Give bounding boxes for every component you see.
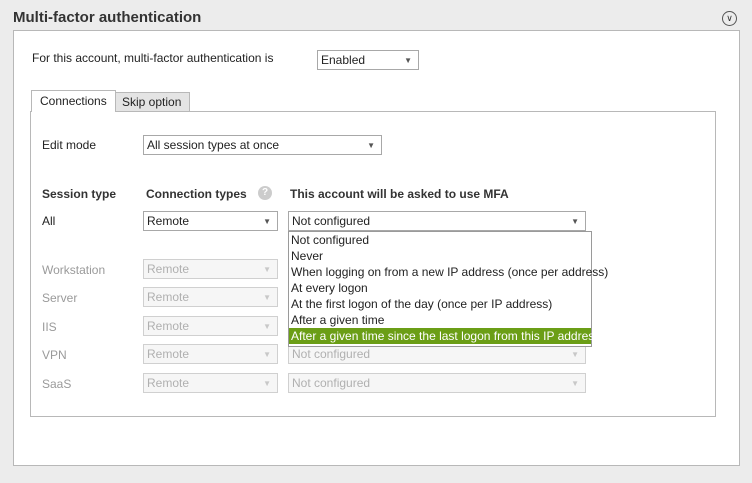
option-never[interactable]: Never [289,248,591,264]
mfa-status-select[interactable]: Enabled ▼ [317,50,419,70]
connection-select-workstation: Remote ▼ [143,259,278,279]
connection-select-server: Remote ▼ [143,287,278,307]
connection-value: Remote [147,319,190,333]
chevron-down-icon: ▼ [571,379,579,388]
mfa-status-value: Enabled [321,53,366,67]
connection-value: Remote [147,214,190,228]
connection-select-saas: Remote ▼ [143,373,278,393]
session-type-workstation: Workstation [42,263,106,277]
header-session-type: Session type [42,187,117,201]
chevron-down-icon: ▼ [263,293,271,302]
edit-mode-value: All session types at once [147,138,280,152]
connection-value: Remote [147,347,190,361]
connection-select-all[interactable]: Remote ▼ [143,211,278,231]
session-type-vpn: VPN [42,348,67,362]
mfa-dropdown-list: Not configured Never When logging on fro… [288,231,608,347]
option-first-logon-of-day[interactable]: At the first logon of the day (once per … [289,296,591,312]
option-new-ip[interactable]: When logging on from a new IP address (o… [289,264,608,280]
chevron-down-icon: ▼ [571,350,579,359]
tab-connections[interactable]: Connections [31,90,116,112]
session-type-server: Server [42,291,78,305]
mfa-select-saas: Not configured ▼ [288,373,586,393]
mfa-select-vpn: Not configured ▼ [288,344,586,364]
mfa-value: Not configured [292,376,371,390]
connection-select-vpn: Remote ▼ [143,344,278,364]
chevron-down-icon: ▼ [263,379,271,388]
mfa-status-label: For this account, multi-factor authentic… [32,51,274,65]
connection-value: Remote [147,262,190,276]
mfa-select-all[interactable]: Not configured ▼ [288,211,586,231]
chevron-down-icon: ▼ [263,217,271,226]
tab-skip-option[interactable]: Skip option [113,92,191,111]
session-type-iis: IIS [42,320,57,334]
session-type-all: All [42,214,56,228]
chevron-down-icon: ▼ [367,141,375,150]
header-mfa: This account will be asked to use MFA [290,187,509,201]
option-after-given-time[interactable]: After a given time [289,312,591,328]
help-icon[interactable]: ? [258,186,272,200]
connection-value: Remote [147,376,190,390]
chevron-down-icon: ▼ [263,265,271,274]
session-type-saas: SaaS [42,377,72,391]
section-title: Multi-factor authentication [13,9,202,26]
connection-value: Remote [147,290,190,304]
connection-select-iis: Remote ▼ [143,316,278,336]
chevron-down-icon: ▼ [263,350,271,359]
header-connection-types: Connection types [146,187,247,201]
mfa-value: Not configured [292,214,371,228]
chevron-down-icon: ▼ [263,322,271,331]
chevron-down-icon: ▼ [571,217,579,226]
option-not-configured[interactable]: Not configured [289,232,591,248]
mfa-value: Not configured [292,347,371,361]
option-every-logon[interactable]: At every logon [289,280,591,296]
edit-mode-label: Edit mode [42,138,97,152]
edit-mode-select[interactable]: All session types at once ▼ [143,135,382,155]
collapse-chevron-icon[interactable]: ∨ [722,11,737,26]
option-after-time-since-last-logon[interactable]: After a given time since the last logon … [289,328,600,344]
chevron-down-icon: ▼ [404,56,412,65]
